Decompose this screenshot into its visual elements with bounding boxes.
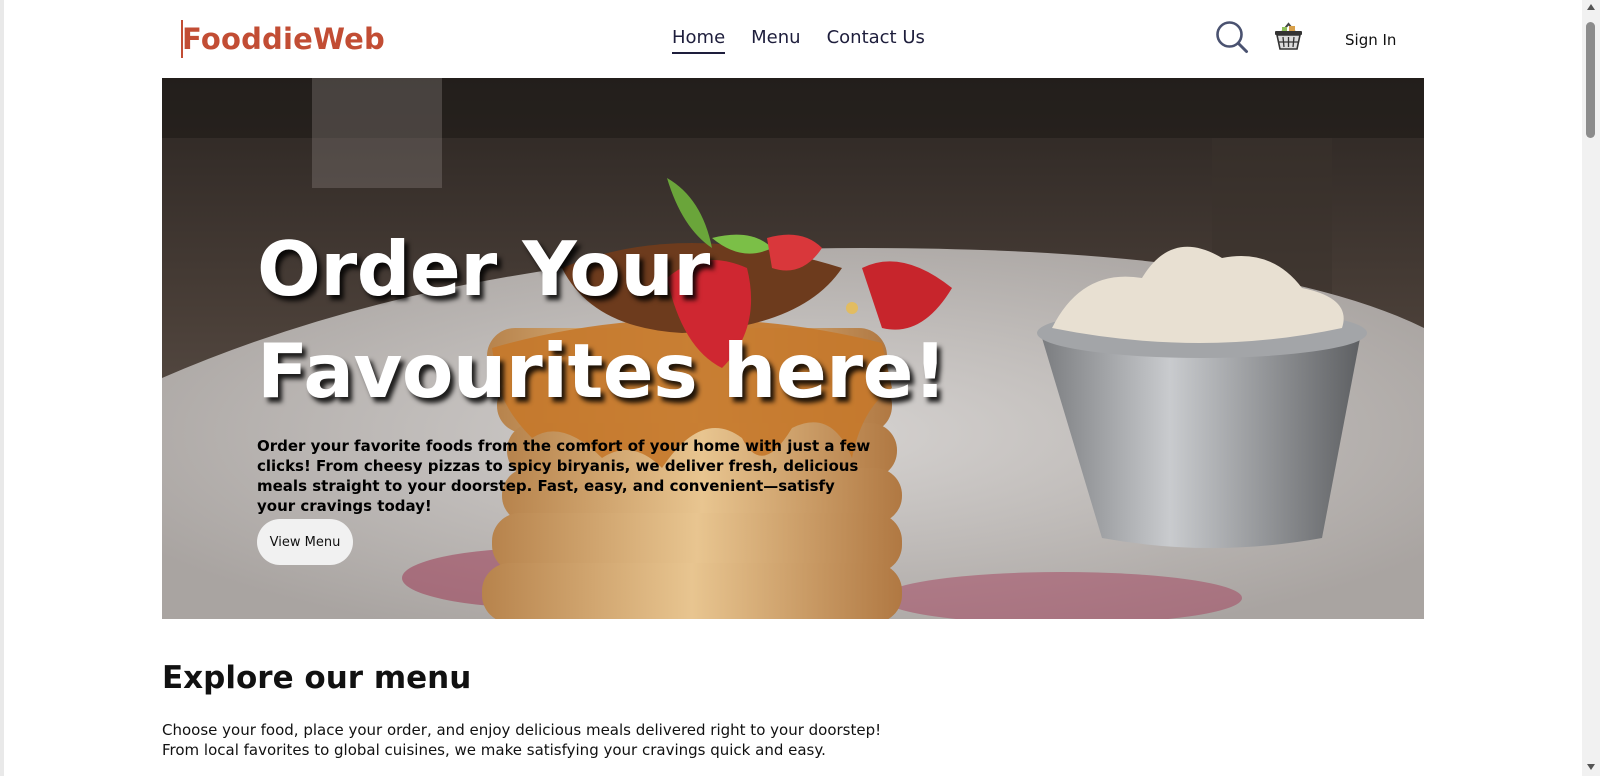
hero-title-line-1: Order Your (257, 225, 710, 313)
navbar: FooddieWeb Home Menu Contact Us Sign In (0, 0, 1582, 78)
nav-link-contact-us[interactable]: Contact Us (827, 27, 925, 54)
scrollbar-thumb[interactable] (1586, 22, 1595, 138)
hero-title-line-2: Favourites here! (257, 327, 947, 415)
nav-menu: Home Menu Contact Us (672, 27, 925, 54)
scroll-up-arrow-icon[interactable] (1587, 4, 1595, 10)
hero-banner: Order Your Favourites here! Order your f… (162, 78, 1424, 619)
section-title: Explore our menu (162, 660, 472, 696)
sign-in-button[interactable]: Sign In (1345, 31, 1396, 49)
window-border (0, 0, 4, 776)
nav-link-home[interactable]: Home (672, 27, 726, 54)
vertical-scrollbar[interactable] (1582, 0, 1600, 776)
scroll-down-arrow-icon[interactable] (1587, 764, 1595, 770)
brand-logo[interactable]: FooddieWeb (182, 22, 385, 56)
search-icon[interactable] (1215, 20, 1249, 54)
section-description: Choose your food, place your order, and … (162, 721, 882, 759)
basket-icon[interactable] (1273, 21, 1304, 51)
nav-link-menu[interactable]: Menu (751, 27, 800, 54)
hero-description: Order your favorite foods from the comfo… (257, 437, 871, 515)
hero-heading: Order Your Favourites here! (257, 218, 947, 422)
view-menu-button[interactable]: View Menu (257, 519, 353, 565)
